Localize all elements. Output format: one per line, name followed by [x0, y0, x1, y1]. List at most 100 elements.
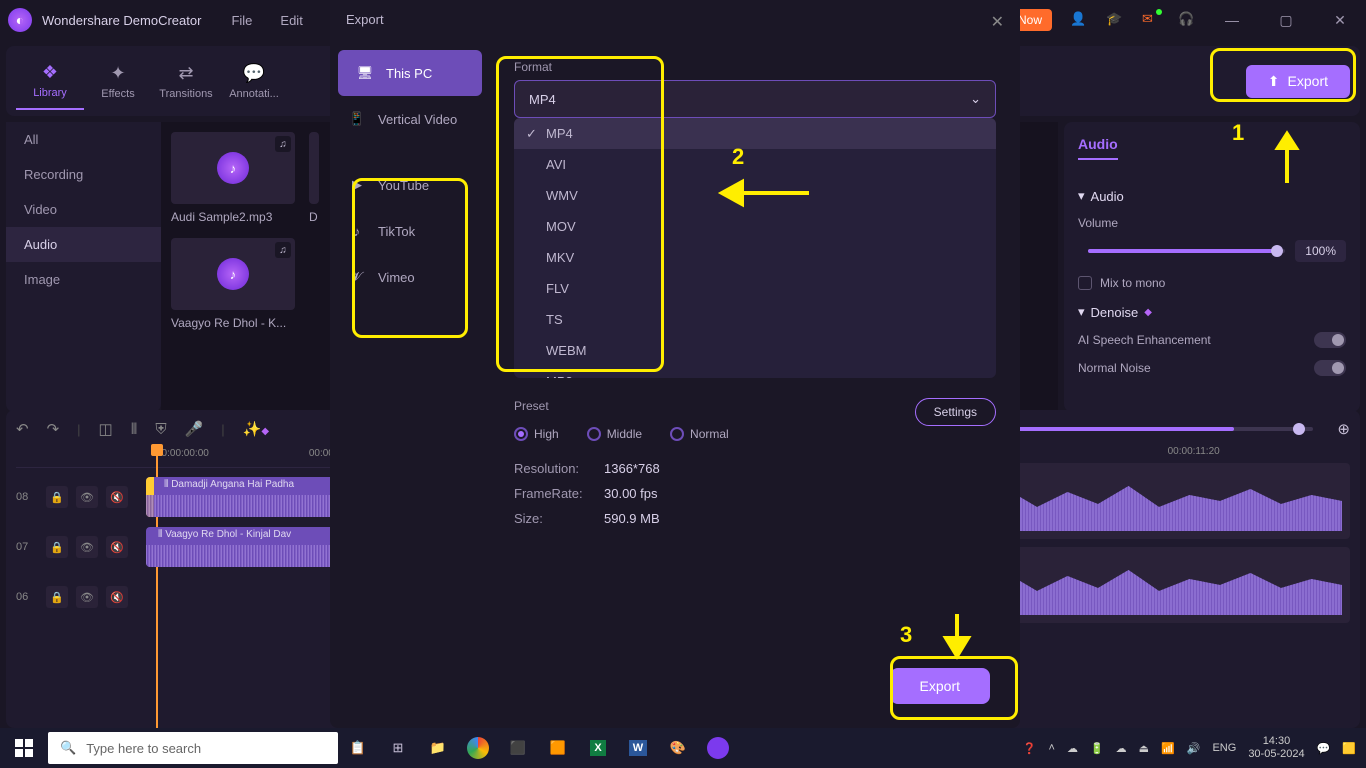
tab-effects[interactable]: ✦Effects — [84, 52, 152, 110]
volume-icon[interactable]: 🔊 — [1187, 742, 1201, 755]
export-nav-thispc[interactable]: 🖥This PC — [338, 50, 482, 96]
tab-library[interactable]: ❖Library — [16, 52, 84, 110]
ai-speech-toggle[interactable] — [1314, 332, 1346, 348]
tab-transitions[interactable]: ⇄Transitions — [152, 52, 220, 110]
mute-icon[interactable]: 🔇 — [106, 536, 128, 558]
export-top-button[interactable]: ⬆Export — [1246, 65, 1350, 98]
sidebar-recording[interactable]: Recording — [6, 157, 161, 192]
mute-icon[interactable]: 🔇 — [106, 486, 128, 508]
format-dropdown: MP4 AVI WMV MOV MKV FLV TS WEBM MP3 M4A — [514, 118, 996, 378]
media-item[interactable]: ♪♫ Vaagyo Re Dhol - K... — [171, 238, 295, 330]
language-indicator[interactable]: ENG — [1212, 742, 1236, 754]
zoom-in-icon[interactable]: ⊕ — [1337, 420, 1350, 438]
cloud-icon[interactable]: ☁ — [1067, 742, 1078, 755]
taskbar-app[interactable]: ⬛ — [498, 728, 538, 768]
format-option-ts[interactable]: TS — [514, 304, 996, 335]
normal-noise-toggle[interactable] — [1314, 360, 1346, 376]
sidebar-image[interactable]: Image — [6, 262, 161, 297]
media-item[interactable]: D — [309, 132, 319, 224]
volume-slider[interactable] — [1088, 249, 1285, 253]
redo-button[interactable]: ↷ — [47, 420, 60, 438]
export-nav-tiktok[interactable]: ♪TikTok — [330, 208, 490, 254]
menu-edit[interactable]: Edit — [280, 13, 302, 28]
taskbar-app[interactable]: 🎨 — [658, 728, 698, 768]
lock-icon[interactable]: 🔒 — [46, 536, 68, 558]
taskbar-search[interactable]: 🔍Type here to search — [48, 732, 338, 764]
mic-button[interactable]: 🎤 — [185, 420, 204, 438]
mail-icon[interactable]: ✉ — [1142, 11, 1160, 29]
export-nav-vimeo[interactable]: 𝓥Vimeo — [330, 254, 490, 300]
eye-icon[interactable]: 👁 — [76, 486, 98, 508]
clock[interactable]: 14:30 30-05-2024 — [1248, 735, 1304, 761]
quality-high[interactable]: High — [514, 427, 559, 441]
chevron-up-icon[interactable]: ˄ — [1049, 742, 1055, 754]
help-icon[interactable]: ❓ — [1023, 742, 1037, 755]
account-icon[interactable]: 👤 — [1070, 11, 1088, 29]
youtube-icon: ▶ — [348, 176, 366, 194]
format-option-flv[interactable]: FLV — [514, 273, 996, 304]
lock-icon[interactable]: 🔒 — [46, 586, 68, 608]
media-item[interactable]: ♪♫ Audi Sample2.mp3 — [171, 132, 295, 224]
effect-button[interactable]: ✨◆ — [243, 420, 269, 438]
wifi-icon[interactable]: 📶 — [1161, 742, 1175, 755]
shield-button[interactable]: ⛨ — [155, 421, 166, 438]
quality-radio-group: High Middle Normal — [514, 427, 996, 441]
taskbar-democreator[interactable] — [698, 728, 738, 768]
format-option-mp4[interactable]: MP4 — [514, 118, 996, 149]
format-option-wmv[interactable]: WMV — [514, 180, 996, 211]
taskbar-excel[interactable]: X — [578, 728, 618, 768]
taskbar-app[interactable]: 📋 — [338, 728, 378, 768]
denoise-section-header[interactable]: ▾Denoise◆ — [1078, 304, 1346, 320]
format-option-avi[interactable]: AVI — [514, 149, 996, 180]
tab-annotations[interactable]: 💬Annotati... — [220, 52, 288, 110]
volume-value[interactable]: 100% — [1295, 240, 1346, 262]
effects-icon: ✦ — [110, 63, 125, 84]
crop-button[interactable]: ◫ — [99, 420, 113, 438]
battery-icon[interactable]: 🔋 — [1090, 742, 1104, 755]
track-number: 06 — [16, 591, 46, 603]
taskbar-word[interactable]: W — [618, 728, 658, 768]
track-number: 07 — [16, 541, 46, 553]
mute-icon[interactable]: 🔇 — [106, 586, 128, 608]
export-confirm-button[interactable]: Export — [890, 668, 990, 704]
taskbar-chrome[interactable] — [458, 728, 498, 768]
quality-normal[interactable]: Normal — [670, 427, 729, 441]
modal-title: Export — [346, 12, 384, 27]
headset-icon[interactable]: 🎧 — [1178, 11, 1196, 29]
sidebar-audio[interactable]: Audio — [6, 227, 161, 262]
format-select[interactable]: MP4⌄ — [514, 80, 996, 118]
export-nav-vertical[interactable]: 📱Vertical Video — [330, 96, 490, 142]
taskbar-explorer[interactable]: 📁 — [418, 728, 458, 768]
undo-button[interactable]: ↶ — [16, 420, 29, 438]
eye-icon[interactable]: 👁 — [76, 536, 98, 558]
split-button[interactable]: ⦀ — [131, 421, 138, 438]
eye-icon[interactable]: 👁 — [76, 586, 98, 608]
taskbar-app[interactable]: ⊞ — [378, 728, 418, 768]
diamond-icon: ◆ — [1144, 307, 1152, 318]
quality-middle[interactable]: Middle — [587, 427, 642, 441]
sidebar-all[interactable]: All — [6, 122, 161, 157]
onedrive-icon[interactable]: ☁ — [1116, 742, 1127, 755]
settings-button[interactable]: Settings — [915, 398, 996, 426]
mix-to-mono-checkbox[interactable]: Mix to mono — [1078, 276, 1346, 290]
grad-cap-icon[interactable]: 🎓 — [1106, 11, 1124, 29]
format-option-mp3[interactable]: MP3 — [514, 366, 996, 378]
chevron-down-icon: ▾ — [1078, 304, 1085, 320]
close-button[interactable]: ✕ — [1322, 12, 1358, 29]
menu-file[interactable]: File — [231, 13, 252, 28]
start-button[interactable] — [0, 728, 48, 768]
format-option-mov[interactable]: MOV — [514, 211, 996, 242]
export-nav-youtube[interactable]: ▶YouTube — [330, 162, 490, 208]
sidebar-video[interactable]: Video — [6, 192, 161, 227]
notification-icon[interactable]: 💬 — [1317, 742, 1331, 755]
maximize-button[interactable]: ▢ — [1268, 12, 1304, 29]
audio-section-header[interactable]: ▾Audio — [1078, 188, 1346, 204]
taskbar-app[interactable]: 🟧 — [538, 728, 578, 768]
format-option-webm[interactable]: WEBM — [514, 335, 996, 366]
panel-tab-audio[interactable]: Audio — [1078, 136, 1118, 160]
tray-app-icon[interactable]: 🟨 — [1342, 742, 1356, 755]
usb-icon[interactable]: ⏏ — [1139, 742, 1149, 755]
format-option-mkv[interactable]: MKV — [514, 242, 996, 273]
lock-icon[interactable]: 🔒 — [46, 486, 68, 508]
minimize-button[interactable]: — — [1214, 12, 1250, 28]
